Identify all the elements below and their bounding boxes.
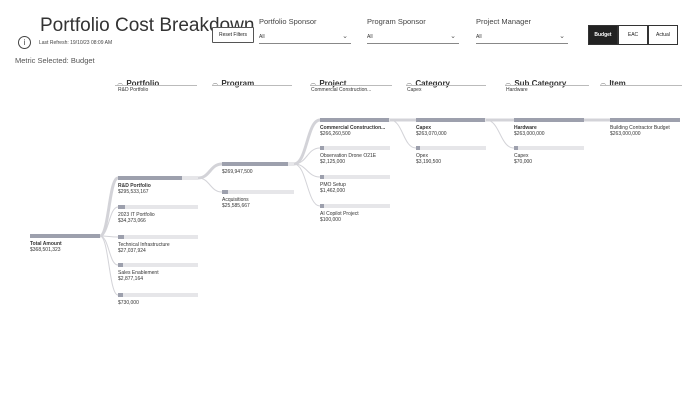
subcategory-node[interactable]: Capex $70,000 — [514, 146, 584, 165]
node-bar-fill — [222, 190, 229, 194]
node-value: $27,037,924 — [118, 248, 146, 254]
node-bar-track — [320, 146, 390, 150]
portfolio-node[interactable]: $730,000 — [118, 293, 198, 306]
node-bar-track — [610, 118, 680, 122]
lock-icon: ⌓ — [212, 79, 219, 88]
node-bar-fill — [118, 235, 124, 239]
column-underline — [115, 85, 197, 86]
portfolio-node[interactable]: Sales Enablement $2,877,164 — [118, 263, 198, 282]
node-value: $730,000 — [118, 300, 139, 306]
program-node[interactable]: Acquisitions $25,585,667 — [222, 190, 294, 209]
node-bar-fill — [514, 118, 584, 122]
node-bar-fill — [320, 146, 325, 150]
node-bar-fill — [118, 263, 123, 267]
node-bar-fill — [118, 205, 126, 209]
column-selection: Capex — [407, 87, 422, 93]
node-bar-fill — [416, 118, 486, 122]
category-node[interactable]: Capex $263,070,000 — [416, 118, 486, 137]
node-value: $263,070,000 — [416, 131, 447, 137]
tree-links — [99, 118, 610, 296]
node-value: $2,125,000 — [320, 159, 346, 165]
column-title: Item — [609, 79, 626, 88]
tree-link — [99, 176, 119, 238]
node-value: $295,533,167 — [118, 189, 149, 195]
node-bar-fill — [416, 146, 421, 150]
node-bar-fill — [610, 118, 680, 122]
node-bar-track — [416, 118, 486, 122]
node-bar-track — [118, 235, 198, 239]
lock-icon: ⌓ — [600, 79, 607, 88]
node-value: $269,947,500 — [222, 169, 253, 175]
category-node[interactable]: Opex $3,190,500 — [416, 146, 486, 165]
tree-link — [293, 118, 321, 166]
node-bar-track — [118, 293, 198, 297]
node-bar-fill — [514, 146, 519, 150]
column-title: Program — [221, 79, 255, 88]
column-header-1[interactable]: ⌓ Program — [212, 73, 254, 91]
column-underline — [406, 85, 486, 86]
item-node[interactable]: Building Contractor Budget $263,000,000 — [610, 118, 680, 137]
node-value: $368,501,323 — [30, 247, 61, 253]
node-bar-fill — [118, 176, 182, 180]
subcategory-node[interactable]: Hardware $263,000,000 — [514, 118, 584, 137]
column-underline — [600, 85, 682, 86]
root-node[interactable]: Total Amount $368,501,323 — [30, 234, 100, 253]
node-bar-track — [320, 118, 390, 122]
node-value: $263,000,000 — [514, 131, 545, 137]
column-header-5[interactable]: ⌓ Item — [600, 73, 626, 91]
node-bar-track — [30, 234, 100, 238]
node-bar-track — [118, 263, 198, 267]
column-selection: Hardware — [506, 87, 528, 93]
column-underline — [310, 85, 392, 86]
tree-link — [197, 177, 223, 193]
node-bar-track — [320, 204, 390, 208]
project-node[interactable]: PMO Setup $1,462,000 — [320, 175, 390, 194]
node-bar-fill — [222, 162, 288, 166]
node-value: $34,373,066 — [118, 218, 146, 224]
node-value: $25,585,667 — [222, 203, 250, 209]
column-underline — [212, 85, 292, 86]
node-bar-fill — [320, 204, 325, 208]
column-selection: Commercial Construction... — [311, 87, 372, 93]
node-bar-track — [118, 176, 198, 180]
portfolio-node[interactable]: 2023 IT Portfolio $34,373,066 — [118, 205, 198, 224]
project-node[interactable]: AI Copilot Project $100,000 — [320, 204, 390, 223]
node-bar-fill — [320, 175, 325, 179]
project-node[interactable]: Commercial Construction... $266,260,500 — [320, 118, 390, 137]
tree-link — [485, 119, 515, 149]
project-node[interactable]: Observation Drone O21E $2,125,000 — [320, 146, 390, 165]
node-bar-track — [514, 118, 584, 122]
node-bar-fill — [320, 118, 390, 122]
node-bar-track — [416, 146, 486, 150]
node-value: $100,000 — [320, 217, 341, 223]
node-bar-track — [320, 175, 390, 179]
node-bar-track — [222, 162, 294, 166]
node-bar-track — [514, 146, 584, 150]
column-underline — [505, 85, 589, 86]
portfolio-node[interactable]: R&D Portfolio $295,533,167 — [118, 176, 198, 195]
node-bar-track — [118, 205, 198, 209]
node-value: $266,260,500 — [320, 131, 351, 137]
tree-link — [389, 119, 417, 149]
portfolio-node[interactable]: Technical Infrastructure $27,037,924 — [118, 235, 198, 254]
program-node[interactable]: $269,947,500 — [222, 162, 294, 175]
tree-link — [99, 235, 119, 296]
node-bar-track — [222, 190, 294, 194]
node-value: $263,000,000 — [610, 131, 641, 137]
node-value: $3,190,500 — [416, 159, 442, 165]
node-value: $2,877,164 — [118, 276, 144, 282]
node-value: $1,462,000 — [320, 188, 346, 194]
node-value: $70,000 — [514, 159, 533, 165]
node-bar-fill — [118, 293, 123, 297]
column-selection: R&D Portfolio — [118, 87, 149, 93]
tree-link — [99, 235, 119, 266]
tree-link — [197, 162, 223, 180]
node-bar-fill — [30, 234, 100, 238]
